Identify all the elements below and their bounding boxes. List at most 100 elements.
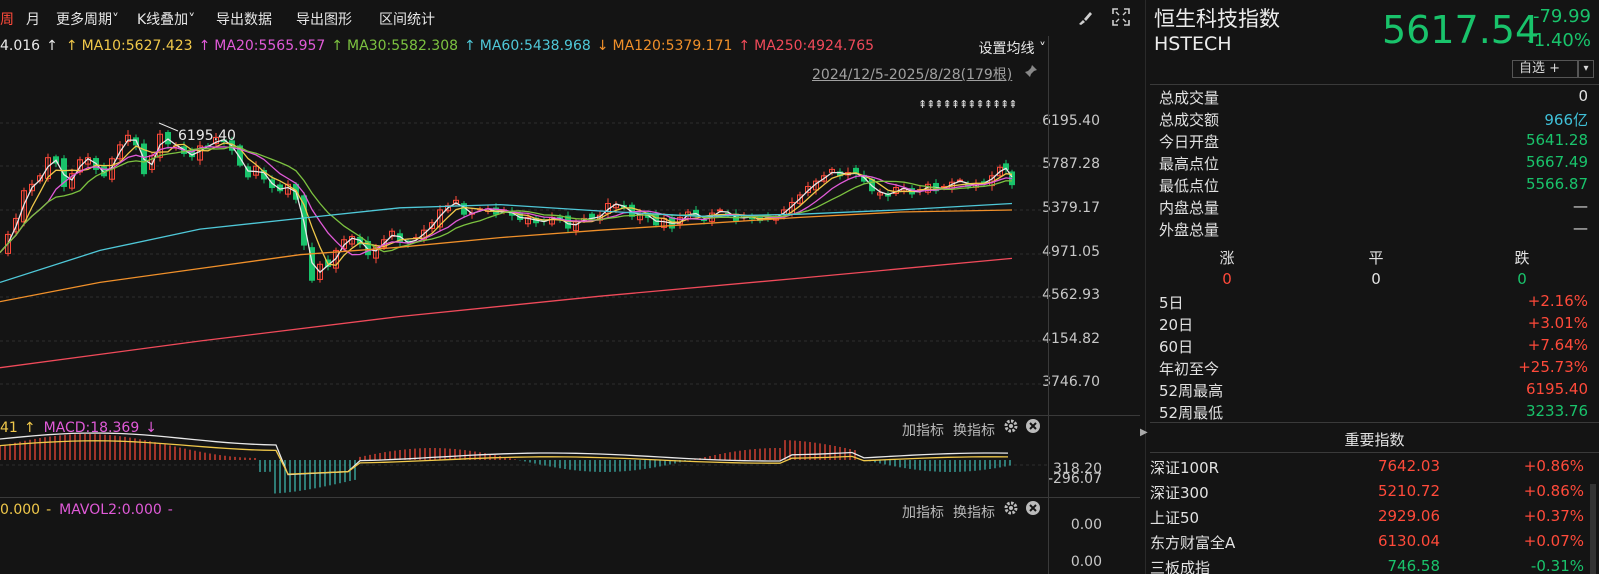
advance-down-label: 跌 — [1514, 249, 1530, 267]
price-axis-tick: 4562.93 — [1042, 287, 1100, 303]
ma120-line — [0, 209, 1013, 303]
candle-body — [165, 132, 171, 145]
gear-icon[interactable] — [1003, 418, 1019, 438]
indicator-arrow: - — [167, 502, 173, 518]
stat-label: 最低点位 — [1159, 177, 1220, 195]
macd-dif-line — [0, 432, 1009, 476]
index-row-change: +0.86% — [1523, 482, 1584, 500]
index-row[interactable]: 三板成指 746.58 -0.31% — [1150, 557, 1590, 574]
index-row[interactable]: 深证100R 7642.03 +0.86% — [1150, 457, 1590, 482]
price-axis-tick: 5787.28 — [1042, 156, 1100, 172]
index-row-name: 三板成指 — [1150, 559, 1211, 574]
advance-flat-count: 0 — [1371, 270, 1381, 288]
index-row-name: 东方财富全A — [1150, 534, 1236, 552]
high-marker-label: 6195.40 — [178, 128, 236, 144]
stat-label: 最高点位 — [1159, 155, 1220, 173]
period-value: +2.16% — [1527, 292, 1588, 310]
period-label: 年初至今 — [1159, 360, 1220, 378]
price-axis-tick: 5379.17 — [1042, 200, 1100, 216]
period-value: +3.01% — [1527, 314, 1588, 332]
price-axis: 6195.40 5787.28 5379.17 4971.05 4562.93 4154.… — [1030, 0, 1120, 420]
index-row[interactable]: 上证50 2929.06 +0.37% — [1150, 507, 1590, 532]
period-value: 6195.40 — [1525, 380, 1588, 398]
index-row-change: -0.31% — [1530, 557, 1584, 574]
index-row-change: +0.07% — [1523, 532, 1584, 550]
indicator-value: 0.000 — [0, 502, 41, 518]
stat-label: 外盘总量 — [1159, 221, 1220, 239]
index-row-change: +0.37% — [1523, 507, 1584, 525]
divider — [1150, 452, 1599, 453]
index-row[interactable]: 深证300 5210.72 +0.86% — [1150, 482, 1590, 507]
vol-axis-top: 0.00 — [1070, 517, 1102, 533]
add-indicator-button-vol[interactable]: 加指标 — [902, 502, 944, 522]
index-row-price: 5210.72 — [1377, 482, 1440, 500]
macd-axis-bottom: -296.07 — [1047, 471, 1102, 487]
axis-divider — [1048, 36, 1049, 574]
panel-divider — [1145, 0, 1146, 574]
index-row-price: 2929.06 — [1377, 507, 1440, 525]
price-axis-tick: 3746.70 — [1042, 374, 1100, 390]
stat-value: — — [1573, 197, 1588, 215]
ma60-line — [0, 202, 1013, 284]
watchlist-dropdown-icon[interactable]: ▾ — [1578, 60, 1594, 78]
divider — [1150, 84, 1599, 85]
switch-indicator-button-macd[interactable]: 换指标 — [953, 420, 995, 440]
period-value: +25.73% — [1518, 358, 1588, 376]
stat-value: — — [1573, 219, 1588, 237]
stat-label: 内盘总量 — [1159, 199, 1220, 217]
divider — [1150, 422, 1599, 423]
period-label: 5日 — [1159, 294, 1184, 312]
period-label: 52周最高 — [1159, 382, 1224, 400]
index-row-price: 7642.03 — [1377, 457, 1440, 475]
price-axis-tick: 6195.40 — [1042, 113, 1100, 129]
add-indicator-button-macd[interactable]: 加指标 — [902, 420, 944, 440]
stat-label: 总成交量 — [1159, 89, 1220, 107]
macd-legend: 41 ↑ MACD:18.369 ↓ — [0, 420, 165, 436]
stat-value: 5641.28 — [1525, 131, 1588, 149]
advance-flat-label: 平 — [1368, 249, 1384, 267]
index-row[interactable]: 东方财富全A 6130.04 +0.07% — [1150, 532, 1590, 557]
index-row-name: 深证100R — [1150, 459, 1220, 477]
high-marker-line — [158, 122, 179, 132]
stat-value: 0 — [1578, 87, 1588, 105]
index-code: HSTECH — [1154, 33, 1232, 55]
advance-down-count: 0 — [1517, 270, 1527, 288]
scrollbar[interactable] — [1590, 484, 1596, 574]
index-change: -79.99 — [1532, 6, 1591, 27]
indicator-arrow: - — [46, 502, 52, 518]
period-label: 20日 — [1159, 316, 1194, 334]
vol-axis-bottom: 0.00 — [1070, 554, 1102, 570]
index-price: 5617.54 — [1382, 8, 1540, 52]
divider — [0, 415, 1140, 416]
index-name: 恒生科技指数 — [1154, 7, 1280, 31]
stat-label: 今日开盘 — [1159, 133, 1220, 151]
macd-dea-line — [0, 440, 1009, 475]
indicator-value: MACD:18.369 — [43, 420, 140, 436]
index-change-pct: -1.40% — [1527, 30, 1591, 51]
indicator-arrow: ↓ — [145, 420, 157, 436]
stat-value: 5667.49 — [1525, 153, 1588, 171]
stat-value: 966亿 — [1544, 111, 1588, 129]
volume-legend: 0.000- MAVOL2:0.000- — [0, 502, 181, 518]
candle-body — [717, 209, 723, 212]
period-label: 52周最低 — [1159, 404, 1224, 422]
stat-label: 总成交额 — [1159, 111, 1220, 129]
price-axis-tick: 4154.82 — [1042, 331, 1100, 347]
period-label: 60日 — [1159, 338, 1194, 356]
kline-chart[interactable]: 6195.40 ⇞⇞⇞⇞⇞⇞⇞⇞⇞⇞⇞⇞ — [0, 0, 1140, 574]
indicator-value: 41 — [0, 420, 18, 436]
index-row-price: 746.58 — [1387, 557, 1441, 574]
indicator-arrow: ↑ — [23, 420, 36, 436]
index-row-price: 6130.04 — [1377, 532, 1440, 550]
price-axis-tick: 4971.05 — [1042, 244, 1100, 260]
stat-value: 5566.87 — [1525, 175, 1588, 193]
close-icon[interactable] — [1025, 418, 1041, 438]
advance-up-count: 0 — [1222, 270, 1232, 288]
collapse-arrow-icon[interactable]: ▶ — [1140, 427, 1148, 438]
index-row-name: 上证50 — [1150, 509, 1200, 527]
period-value: +7.64% — [1527, 336, 1588, 354]
period-value: 3233.76 — [1525, 402, 1588, 420]
switch-indicator-button-vol[interactable]: 换指标 — [953, 502, 995, 522]
add-watchlist-button[interactable]: 自选 + — [1512, 60, 1578, 78]
event-markers: ⇞⇞⇞⇞⇞⇞⇞⇞⇞⇞⇞⇞ — [918, 98, 1017, 111]
